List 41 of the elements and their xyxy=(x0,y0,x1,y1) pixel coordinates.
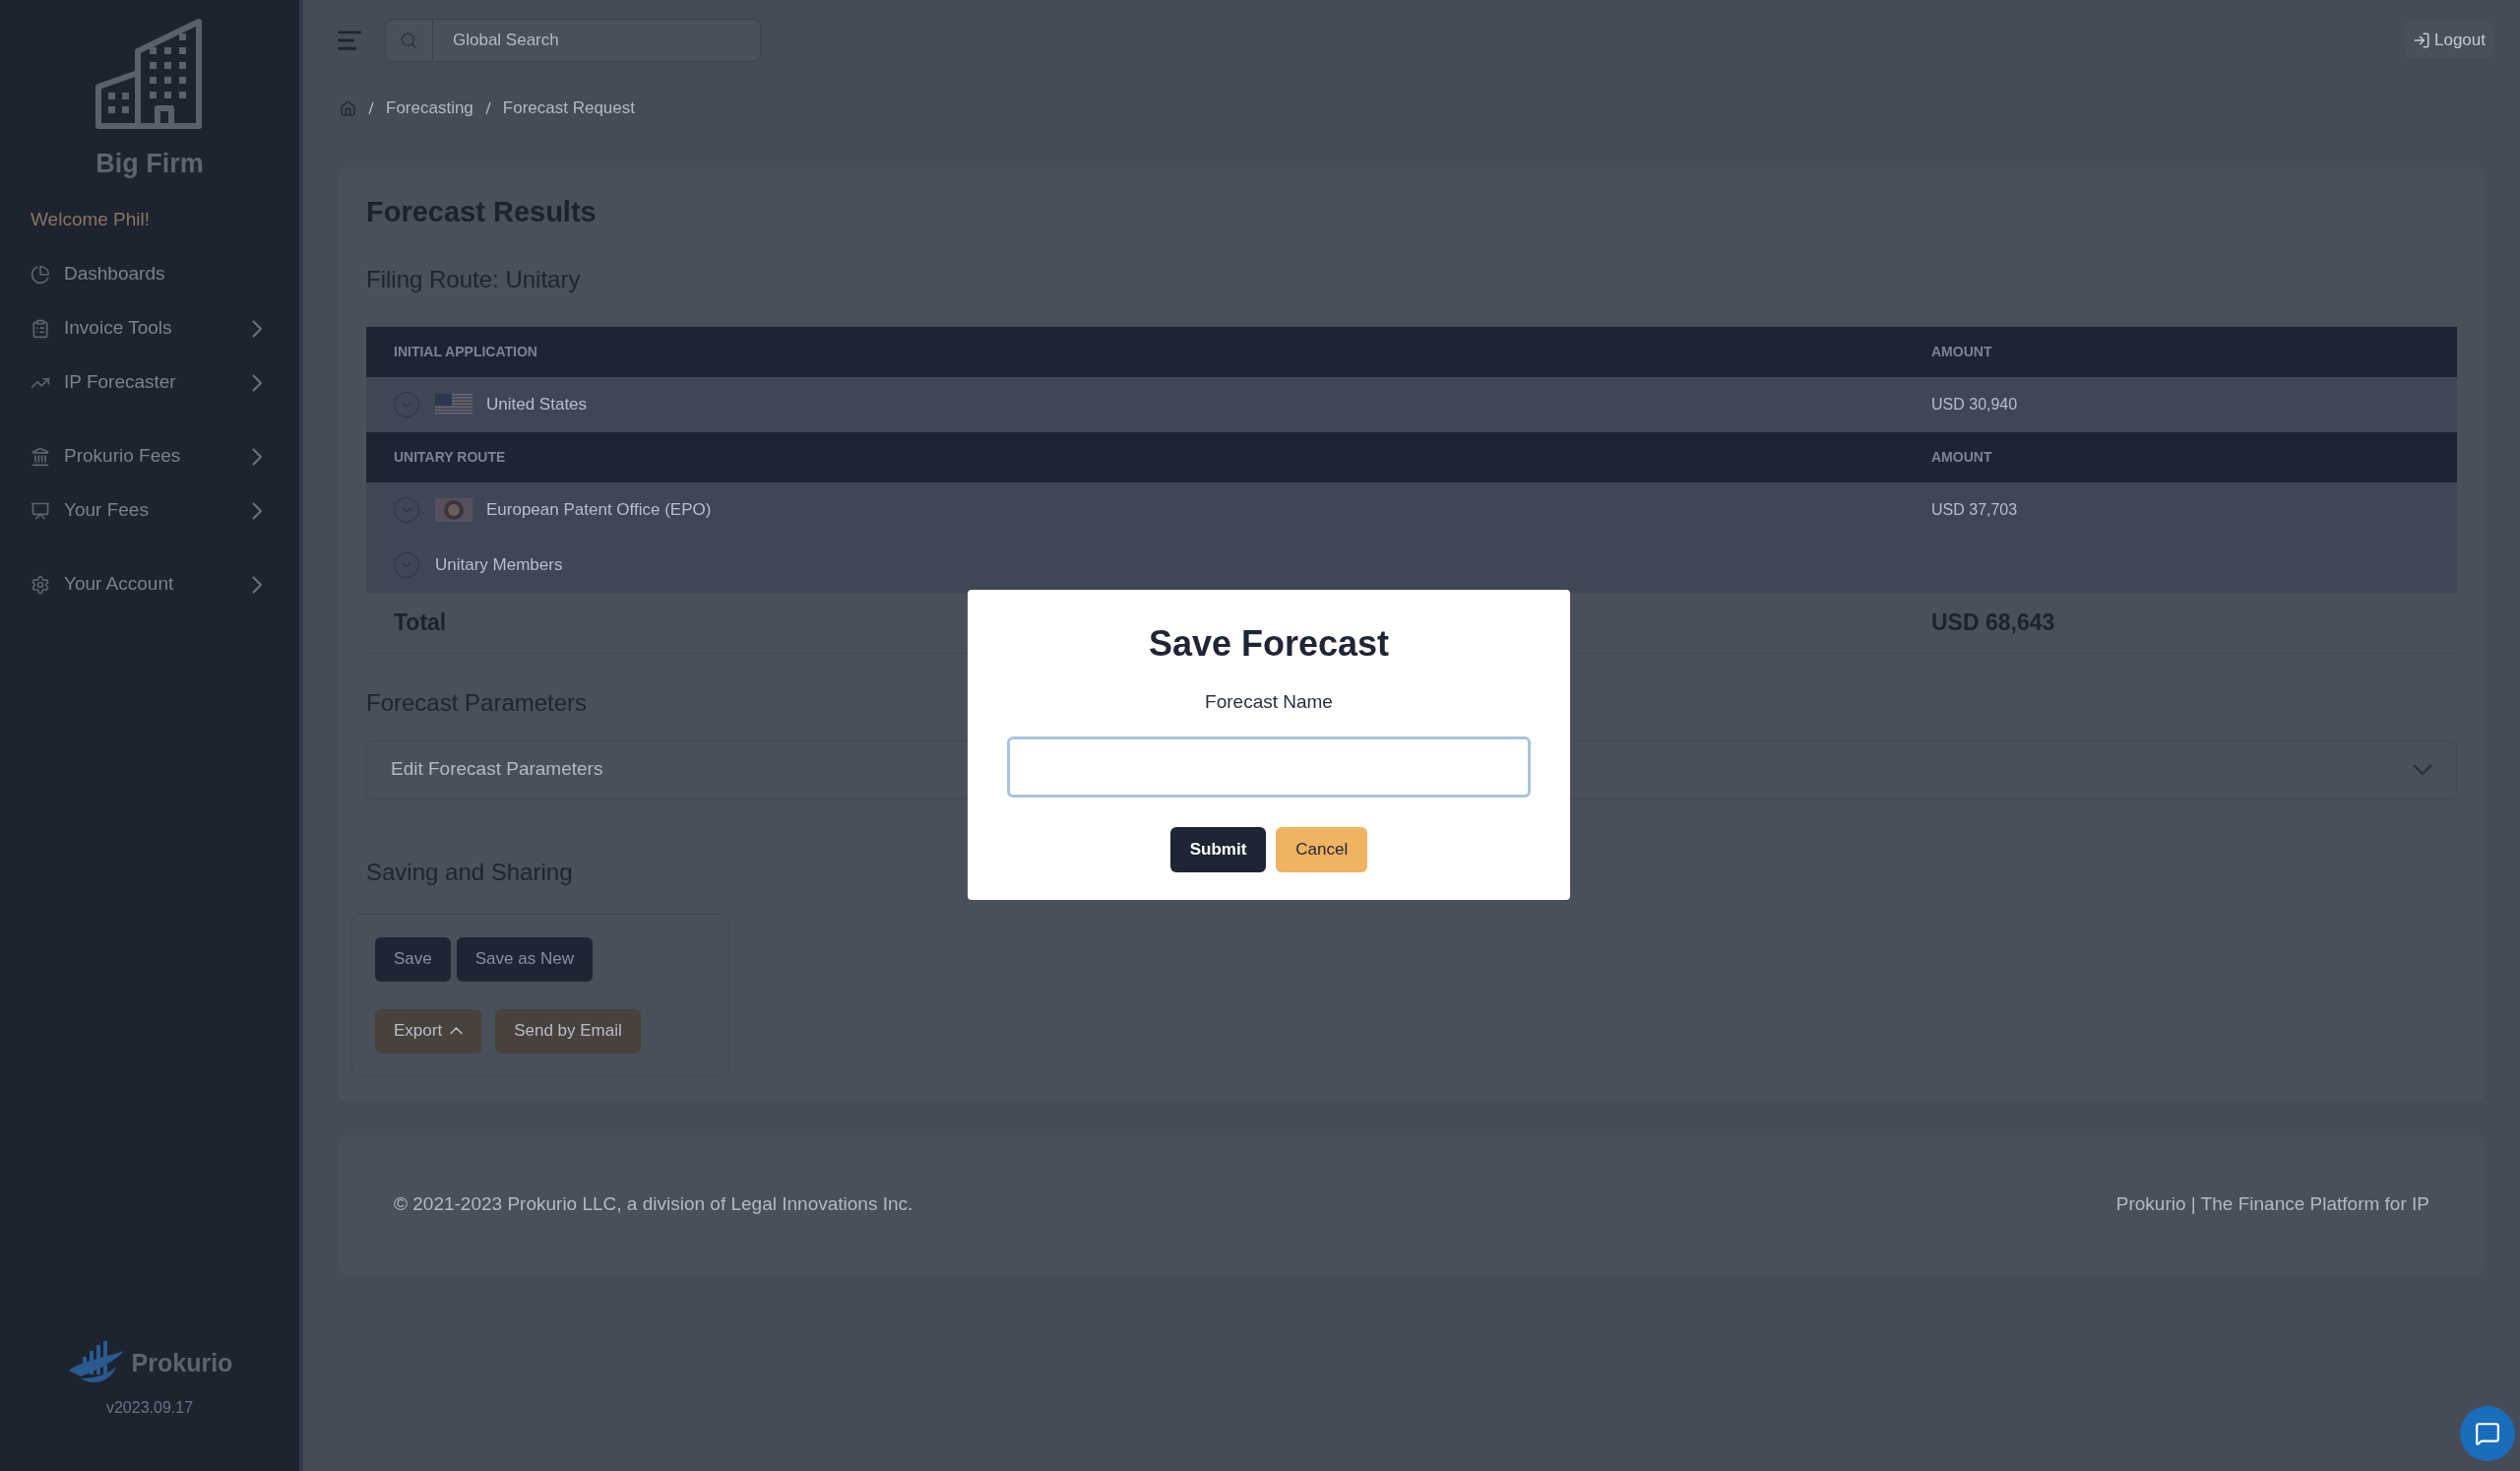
clipboard-icon xyxy=(31,318,50,339)
brand-name: Big Firm xyxy=(95,148,204,180)
action-button[interactable]: Send by Email xyxy=(495,1008,641,1054)
cancel-button[interactable]: Cancel xyxy=(1276,826,1368,872)
sidebar-item[interactable]: Your Account xyxy=(0,557,299,611)
presentation-icon xyxy=(31,500,50,521)
sidebar-item[interactable]: Your Fees xyxy=(0,483,299,538)
home-icon[interactable] xyxy=(340,99,356,117)
sidebar-item[interactable]: Invoice Tools xyxy=(0,301,299,355)
sidebar-item[interactable]: Prokurio Fees xyxy=(0,429,299,483)
copyright-text: © 2021-2023 Prokurio LLC, a division of Legal Innovations Inc. xyxy=(394,1192,914,1217)
bank-icon xyxy=(31,446,50,467)
tagline-text: Prokurio | The Finance Platform for IP xyxy=(2115,1192,2429,1217)
version-text: v2023.09.17 xyxy=(105,1398,194,1418)
export-dropdown-button[interactable]: Export xyxy=(375,1008,482,1054)
table-row: Unitary Members xyxy=(366,537,2457,593)
submit-button[interactable]: Submit xyxy=(1169,826,1267,872)
logout-button[interactable]: Logout xyxy=(2405,23,2493,58)
pie-chart-icon xyxy=(31,264,50,285)
prokurio-brand: Prokurio xyxy=(131,1348,233,1379)
search-icon xyxy=(400,32,417,49)
sidebar-item[interactable]: Dashboards xyxy=(0,247,299,301)
settings-icon xyxy=(31,574,50,595)
breadcrumb-link[interactable]: Forecasting xyxy=(386,96,473,121)
table-header: UNITARY ROUTE AMOUNT xyxy=(366,431,2457,482)
action-button[interactable]: Save xyxy=(375,936,451,982)
action-button[interactable]: Save as New xyxy=(456,936,593,982)
table-row: European Patent Office (EPO) USD 37,703 xyxy=(366,481,2457,538)
slash-separator-icon xyxy=(368,101,374,115)
table-row: United States USD 30,940 xyxy=(366,376,2457,432)
slash-separator-icon xyxy=(484,101,491,115)
chat-icon xyxy=(2475,1421,2500,1446)
search-field[interactable]: Global Search xyxy=(385,19,761,62)
breadcrumb-link[interactable]: Forecast Request xyxy=(502,96,635,121)
sidebar-item[interactable]: IP Forecaster xyxy=(0,355,299,410)
forecast-name-field[interactable] xyxy=(1007,736,1531,798)
chat-button[interactable] xyxy=(2460,1406,2515,1461)
welcome-text: Welcome Phil! xyxy=(31,207,151,231)
table-header: INITIAL APPLICATION AMOUNT xyxy=(366,326,2457,377)
field-label: Forecast Name xyxy=(1205,690,1333,714)
logout-icon xyxy=(2413,32,2430,49)
